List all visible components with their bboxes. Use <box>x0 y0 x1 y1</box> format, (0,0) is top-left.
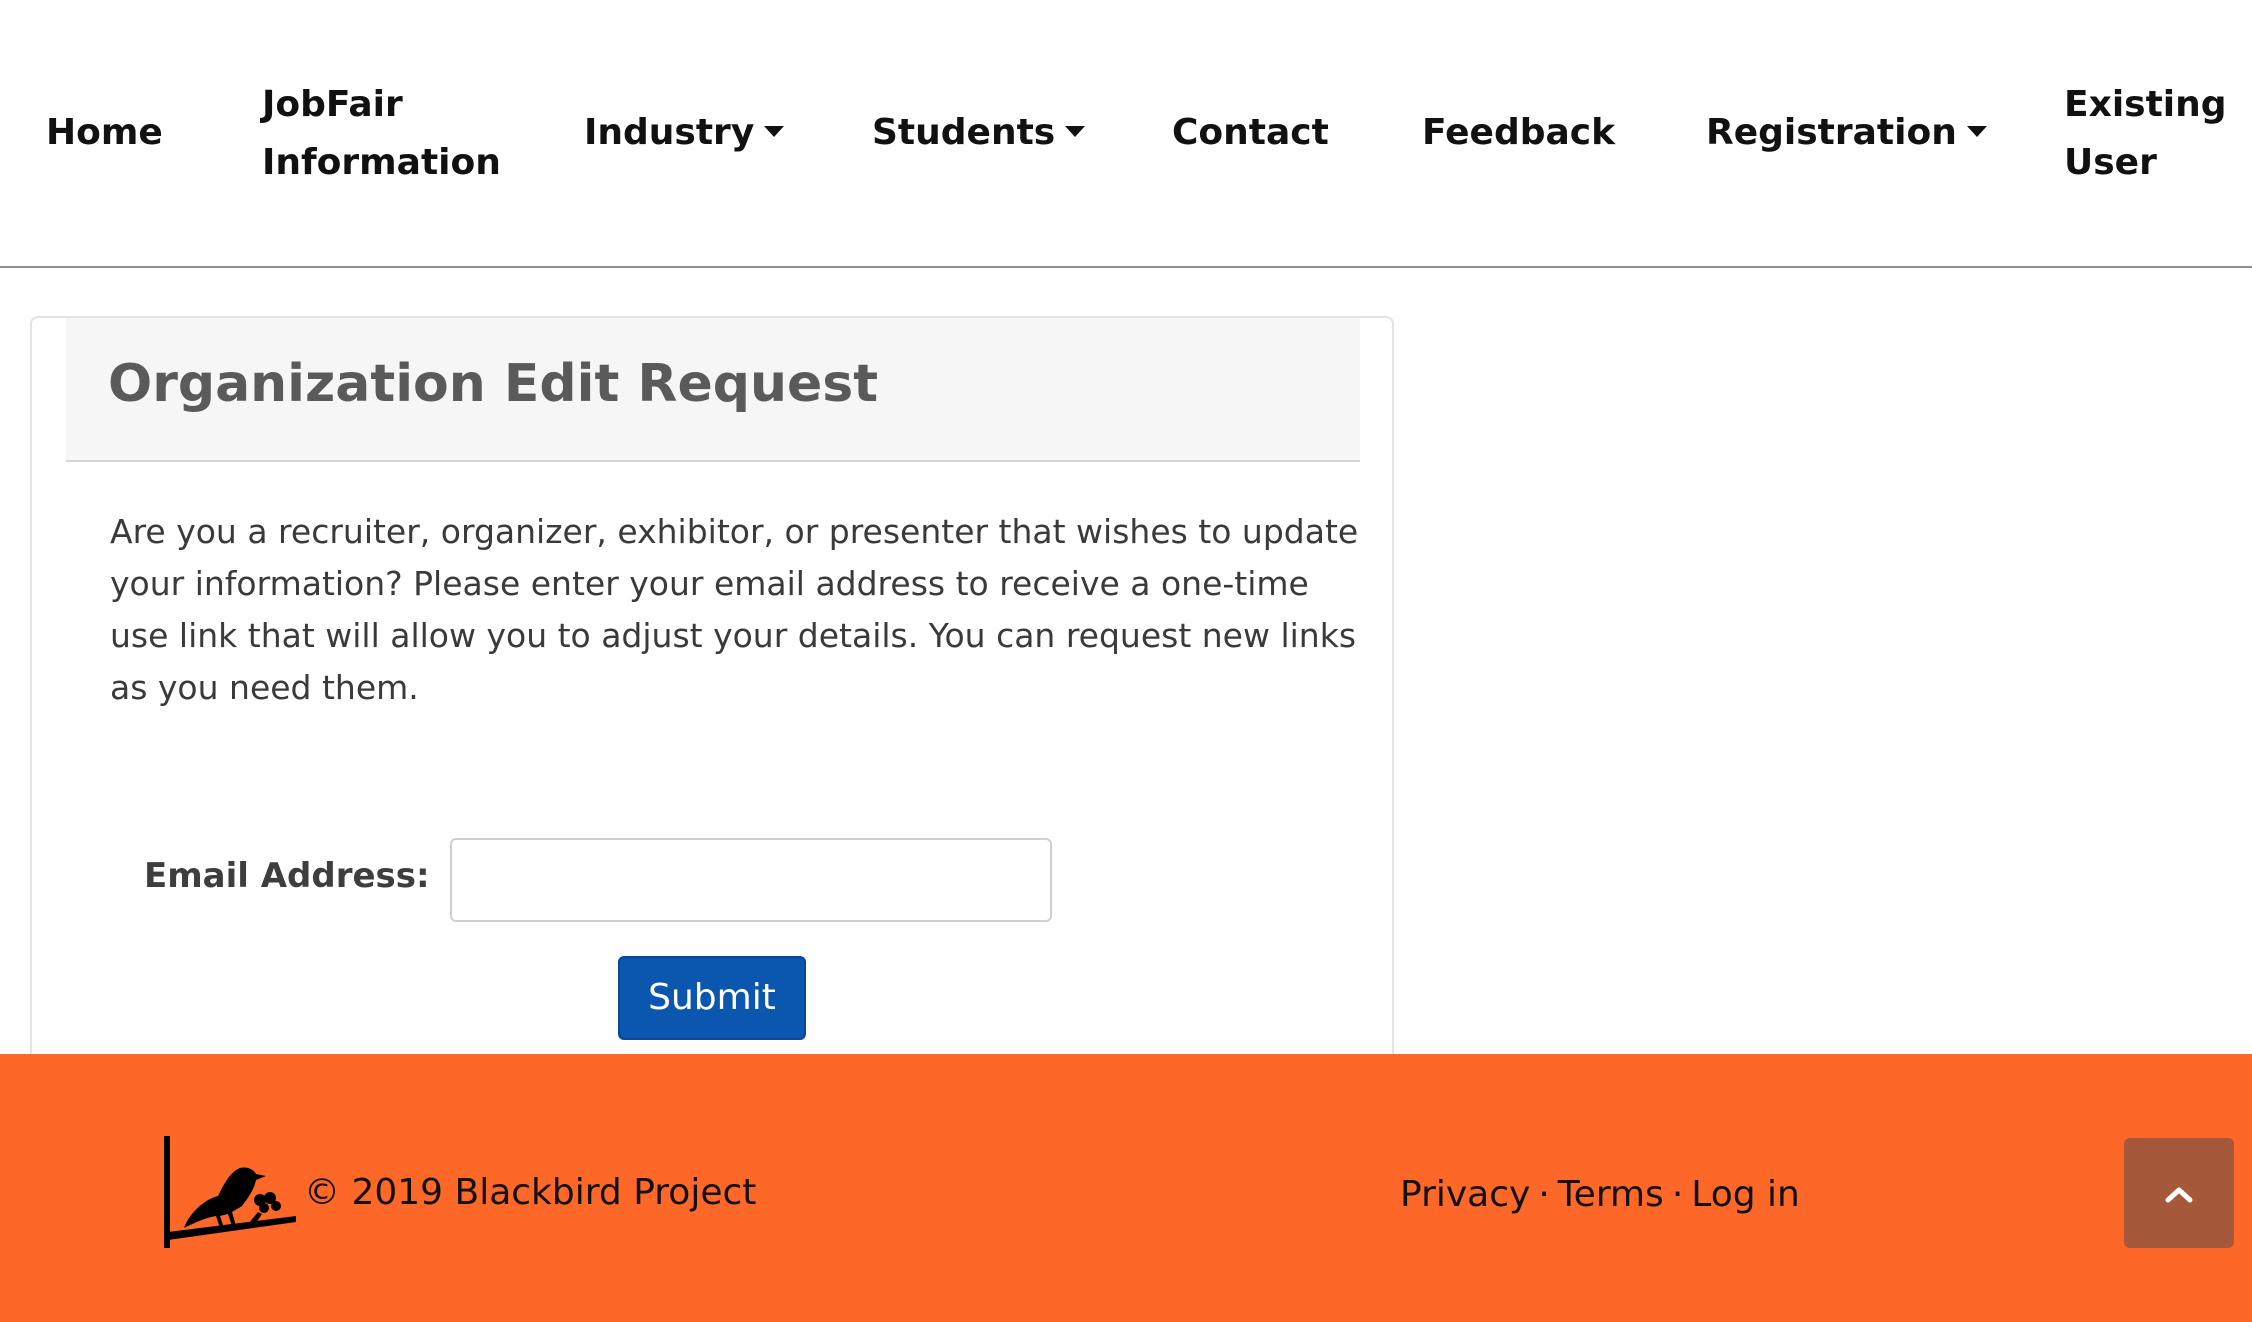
main-navbar: Home JobFair Information Industry Studen… <box>0 0 2252 268</box>
login-link[interactable]: Log in <box>1691 1174 1800 1215</box>
footer-separator: · <box>1538 1174 1550 1215</box>
back-to-top-button[interactable] <box>2124 1138 2234 1248</box>
nav-industry-label: Industry <box>584 112 755 153</box>
caret-down-icon <box>1966 125 1987 137</box>
card-description: Are you a recruiter, organizer, exhibito… <box>110 512 1359 707</box>
copyright-text: © 2019 Blackbird Project <box>304 1172 757 1213</box>
terms-link[interactable]: Terms <box>1558 1174 1664 1215</box>
nav-contact[interactable]: Contact <box>1172 104 1329 162</box>
nav-feedback-label: Feedback <box>1422 112 1616 153</box>
nav-registration-dropdown[interactable]: Registration <box>1706 104 1987 162</box>
nav-jobfair-label-line1: JobFair <box>262 84 403 125</box>
nav-home-label: Home <box>46 112 163 153</box>
card-header: Organization Edit Request <box>66 318 1360 462</box>
nav-students-dropdown[interactable]: Students <box>872 104 1086 162</box>
blackbird-logo-icon <box>164 1136 296 1248</box>
email-label: Email Address: <box>144 856 430 896</box>
nav-home[interactable]: Home <box>46 104 163 162</box>
nav-existing-label-line2: User <box>2064 142 2157 183</box>
nav-existing-user[interactable]: Existing User <box>2064 76 2227 192</box>
nav-jobfair-information[interactable]: JobFair Information <box>262 76 501 192</box>
submit-button[interactable]: Submit <box>618 956 806 1040</box>
email-field[interactable] <box>450 838 1052 922</box>
caret-down-icon <box>764 125 785 137</box>
edit-request-card: Organization Edit Request Are you a recr… <box>30 316 1394 1116</box>
nav-students-label: Students <box>872 112 1056 153</box>
nav-feedback[interactable]: Feedback <box>1422 104 1615 162</box>
page-title: Organization Edit Request <box>108 354 879 414</box>
nav-industry-dropdown[interactable]: Industry <box>584 104 785 162</box>
caret-down-icon <box>1065 125 1086 137</box>
nav-registration-label: Registration <box>1706 112 1957 153</box>
footer: © 2019 Blackbird Project Privacy · Terms · L… <box>0 1054 2252 1322</box>
privacy-link[interactable]: Privacy <box>1400 1174 1530 1215</box>
nav-contact-label: Contact <box>1172 112 1329 153</box>
footer-links: Privacy · Terms · Log in <box>1400 1166 1800 1224</box>
nav-jobfair-label-line2: Information <box>262 142 501 183</box>
nav-existing-label-line1: Existing <box>2064 84 2227 125</box>
chevron-up-icon <box>2165 1187 2193 1203</box>
footer-separator: · <box>1671 1174 1684 1215</box>
